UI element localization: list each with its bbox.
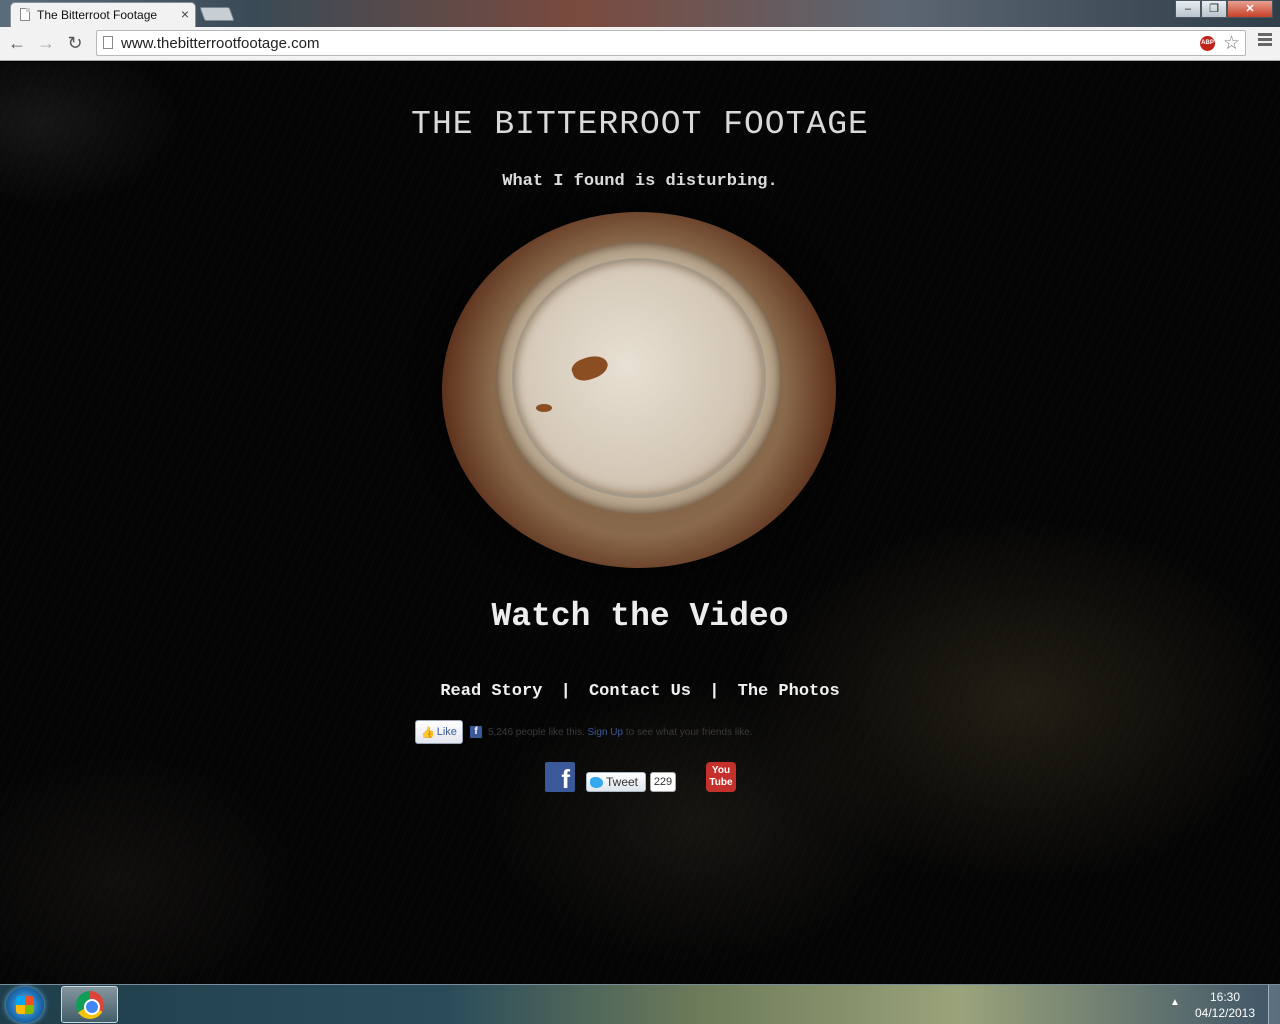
like-count-text: 5,246 people like this. Sign Up to see w… — [488, 727, 753, 738]
address-bar[interactable]: www.thebitterrootfootage.com ABP ☆ — [96, 30, 1246, 56]
twitter-icon — [590, 776, 603, 788]
facebook-like-widget: 👍 Like f 5,246 people like this. Sign Up… — [415, 720, 753, 744]
window-controls: – ❐ ✕ — [1175, 0, 1273, 18]
contact-us-link[interactable]: Contact Us — [589, 682, 691, 701]
lid-inner-ring — [496, 242, 782, 514]
tweet-button[interactable]: Tweet — [586, 772, 646, 792]
url-text[interactable]: www.thebitterrootfootage.com — [121, 35, 319, 52]
rust-stain — [536, 404, 552, 412]
tagline: What I found is disturbing. — [502, 172, 778, 191]
reload-icon[interactable]: ↻ — [64, 32, 86, 54]
tweet-count: 229 — [650, 772, 676, 792]
nav-links: Read Story | Contact Us | The Photos — [0, 682, 1280, 701]
windows-flag-icon — [16, 996, 34, 1014]
tab-title: The Bitterroot Footage — [37, 8, 158, 22]
menu-icon[interactable] — [1258, 33, 1272, 48]
windows-start-icon[interactable] — [6, 987, 44, 1023]
clock-date: 04/12/2013 — [1194, 1006, 1256, 1020]
browser-toolbar: ← → ↻ www.thebitterrootfootage.com ABP ☆ — [0, 27, 1280, 61]
like-suffix: to see what your friends like. — [625, 726, 753, 738]
star-icon[interactable]: ☆ — [1223, 32, 1240, 55]
site-title: THE BITTERROOT FOOTAGE — [411, 106, 869, 143]
like-label: Like — [436, 726, 457, 738]
lid-center — [512, 258, 766, 498]
clock-time: 16:30 — [1209, 990, 1241, 1004]
minimize-button[interactable]: – — [1175, 0, 1201, 18]
facebook-icon[interactable]: f — [545, 762, 575, 794]
watch-video-link[interactable]: Watch the Video — [0, 598, 1280, 635]
nav-separator: | — [709, 682, 720, 701]
like-button[interactable]: 👍 Like — [415, 720, 463, 744]
read-story-link[interactable]: Read Story — [440, 682, 542, 701]
show-desktop-button[interactable] — [1268, 985, 1280, 1024]
page-icon — [20, 8, 30, 21]
adblock-icon[interactable]: ABP — [1200, 36, 1215, 51]
the-photos-link[interactable]: The Photos — [738, 682, 840, 701]
maximize-button[interactable]: ❐ — [1201, 0, 1227, 18]
social-buttons: f Tweet 229 You Tube — [0, 762, 1280, 796]
tray-arrow-icon[interactable]: ▲ — [1170, 997, 1180, 1008]
back-icon[interactable]: ← — [6, 32, 28, 54]
youtube-icon[interactable]: You Tube — [706, 762, 736, 792]
taskbar-clock[interactable]: 16:30 04/12/2013 — [1190, 989, 1260, 1021]
thumbs-up-icon: 👍 — [421, 726, 435, 739]
rusty-lid-image — [442, 212, 836, 568]
taskbar-chrome-button[interactable] — [61, 986, 118, 1023]
windows-taskbar: ▲ 16:30 04/12/2013 — [0, 984, 1280, 1024]
sign-up-link[interactable]: Sign Up — [588, 727, 624, 738]
facebook-icon: f — [470, 726, 482, 738]
nav-separator: | — [560, 682, 571, 701]
like-count: 5,246 people like this. — [488, 726, 585, 738]
tab-close-icon[interactable]: × — [181, 6, 189, 22]
chrome-icon — [76, 991, 104, 1019]
browser-tab[interactable]: The Bitterroot Footage × — [10, 2, 196, 27]
close-button[interactable]: ✕ — [1227, 0, 1273, 18]
window-titlebar: The Bitterroot Footage × – ❐ ✕ — [0, 0, 1280, 27]
page-icon — [103, 36, 113, 49]
forward-icon[interactable]: → — [35, 32, 57, 54]
new-tab-button[interactable] — [199, 7, 235, 21]
web-page: THE BITTERROOT FOOTAGE What I found is d… — [0, 62, 1280, 984]
tweet-label: Tweet — [606, 775, 639, 789]
